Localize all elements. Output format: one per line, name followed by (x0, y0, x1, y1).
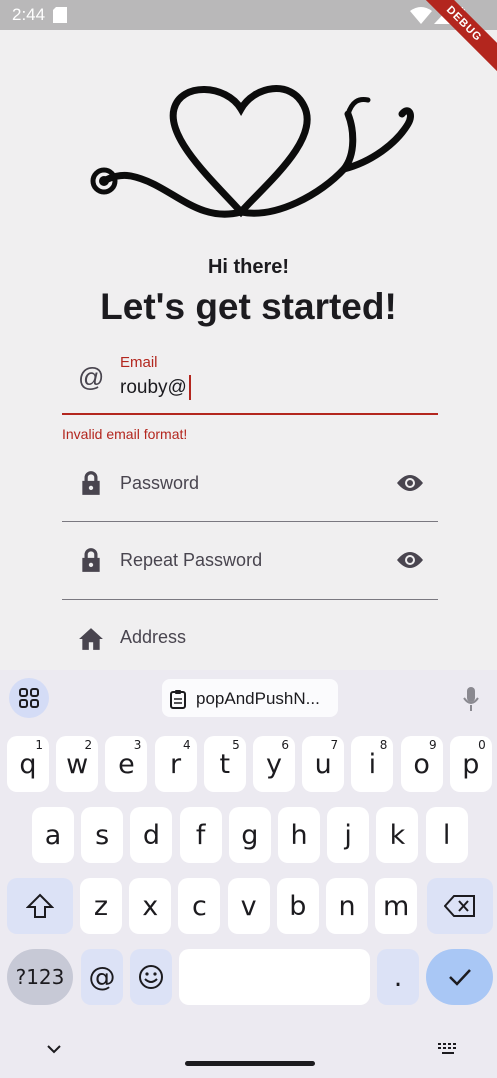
key-letter: p (462, 748, 480, 780)
lock-icon (82, 548, 100, 572)
password-field[interactable] (62, 455, 438, 521)
key-v[interactable]: v (227, 878, 270, 934)
key-y[interactable]: y6 (253, 736, 295, 792)
repeat-password-label: Repeat Password (120, 550, 263, 570)
visibility-toggle-eye-icon[interactable] (396, 550, 424, 570)
key-f[interactable]: f (179, 807, 222, 863)
microphone-icon[interactable] (462, 686, 480, 712)
key-number-hint: 1 (35, 738, 43, 752)
key-m[interactable]: m (375, 878, 418, 934)
key-u[interactable]: u7 (302, 736, 345, 792)
suggestion-text: popAndPushN... (196, 689, 320, 708)
key-letter: t (219, 748, 231, 780)
wifi-icon (410, 7, 432, 24)
key-letter: y (266, 748, 282, 780)
password-underline (62, 521, 438, 522)
gesture-nav-handle[interactable] (185, 1061, 315, 1066)
key-t[interactable]: t5 (203, 736, 246, 792)
key-number-hint: 9 (428, 738, 437, 752)
key-number-hint: 6 (281, 738, 289, 752)
emoji-key[interactable] (130, 949, 172, 1005)
key-letter: i (368, 748, 377, 780)
key-e[interactable]: e3 (105, 736, 148, 792)
key-k[interactable]: k (376, 807, 419, 863)
key-q[interactable]: q1 (7, 736, 49, 792)
stethoscope-heart-logo (90, 85, 414, 218)
at-key[interactable]: @ (81, 949, 123, 1005)
period-key[interactable]: . (377, 949, 419, 1005)
backspace-icon (444, 895, 475, 917)
grid-icon (19, 688, 39, 708)
key-a[interactable]: a (32, 807, 74, 863)
key-j[interactable]: j (327, 807, 370, 863)
checkmark-icon (448, 969, 471, 986)
key-letter: o (413, 748, 430, 780)
visibility-toggle-eye-icon[interactable] (396, 473, 424, 493)
key-number-hint: 7 (330, 738, 339, 752)
emoji-icon (139, 965, 163, 989)
keyboard-apps-button[interactable] (9, 678, 49, 718)
key-w[interactable]: w2 (56, 736, 99, 792)
shift-icon (26, 893, 54, 918)
key-l[interactable]: l (425, 807, 468, 863)
key-letter: e (118, 748, 135, 780)
key-g[interactable]: g (228, 807, 271, 863)
key-letter: r (170, 748, 182, 780)
key-number-hint: 0 (478, 738, 486, 752)
key-number-hint: 3 (133, 738, 142, 752)
key-letter: u (314, 748, 332, 780)
email-underline (62, 413, 438, 415)
email-label: Email (120, 354, 158, 371)
lock-icon (82, 471, 100, 495)
password-label: Password (120, 473, 200, 493)
key-n[interactable]: n (326, 878, 368, 934)
key-b[interactable]: b (276, 878, 319, 934)
page-title: Let's get started! (100, 286, 397, 327)
at-sign-icon: @ (78, 362, 105, 392)
key-s[interactable]: s (81, 807, 124, 863)
key-number-hint: 8 (379, 738, 388, 752)
shift-key[interactable] (7, 878, 73, 934)
key-c[interactable]: c (178, 878, 221, 934)
symbols-key[interactable]: ?123 (7, 949, 73, 1005)
key-d[interactable]: d (130, 807, 173, 863)
sd-card-icon (53, 7, 67, 23)
key-number-hint: 2 (84, 738, 93, 752)
home-icon (79, 628, 103, 650)
key-r[interactable]: r4 (154, 736, 197, 792)
email-input-value[interactable]: rouby@ (120, 377, 187, 399)
key-o[interactable]: o9 (400, 736, 443, 792)
repeat-password-underline (62, 599, 438, 600)
key-number-hint: 5 (232, 738, 240, 752)
email-error-text: Invalid email format! (62, 426, 188, 442)
soft-keyboard (0, 670, 497, 1078)
keyboard-switch-icon[interactable] (437, 1042, 459, 1056)
key-letter: q (19, 748, 37, 780)
key-number-hint: 4 (182, 738, 191, 752)
greeting-text: Hi there! (207, 256, 290, 278)
key-i[interactable]: i8 (351, 736, 394, 792)
key-p[interactable]: p0 (449, 736, 492, 792)
email-field[interactable] (62, 350, 438, 414)
key-z[interactable]: z (80, 878, 122, 934)
address-label: Address (120, 627, 187, 647)
key-x[interactable]: x (129, 878, 172, 934)
chevron-down-icon[interactable] (46, 1043, 62, 1055)
clipboard-icon (170, 690, 186, 709)
done-key[interactable] (426, 949, 493, 1005)
text-caret (189, 375, 191, 400)
key-letter: w (66, 748, 89, 780)
key-h[interactable]: h (278, 807, 320, 863)
status-time: 2:44 (12, 5, 46, 24)
space-key[interactable] (179, 949, 370, 1005)
address-field[interactable] (62, 610, 438, 665)
backspace-key[interactable] (427, 878, 493, 934)
